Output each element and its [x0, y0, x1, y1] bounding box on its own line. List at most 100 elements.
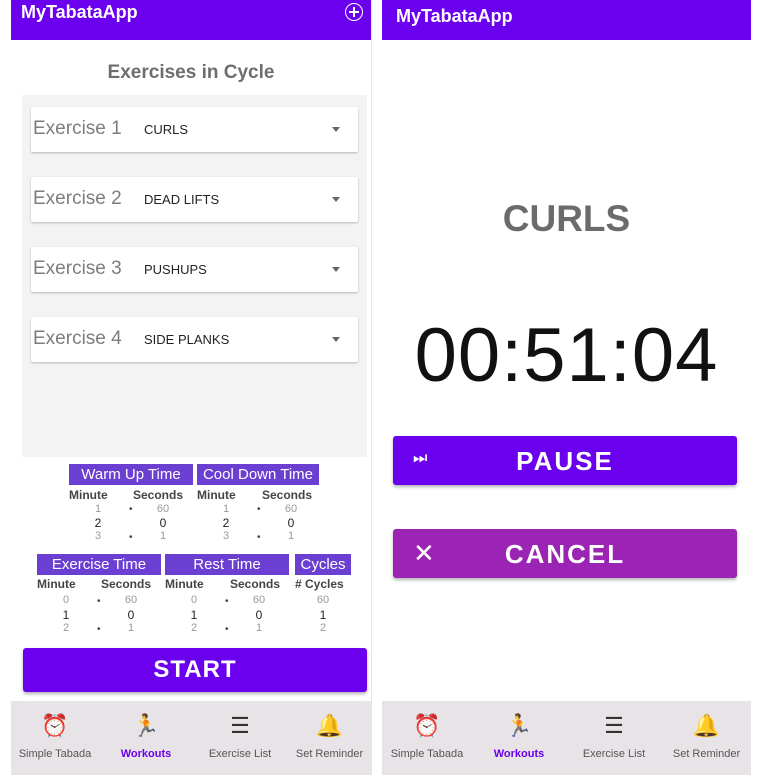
picker-prev-value: 60	[124, 594, 138, 606]
workout-screen: MyTabataApp CURLS 00:51:04 ⏭ PAUSE ✕ CAN…	[382, 0, 751, 775]
nav-label: Workouts	[120, 748, 172, 760]
picker-next-value: 3	[94, 530, 102, 542]
dropdown-arrow-icon	[332, 127, 340, 132]
picker-separator: •	[129, 504, 133, 515]
picker-selected-value: 0	[255, 608, 263, 622]
picker-selected-value: 0	[159, 516, 167, 530]
start-button[interactable]: START	[23, 648, 367, 692]
picker-separator: •	[225, 624, 229, 635]
picker-separator: •	[257, 504, 261, 515]
nav-item-set-reminder[interactable]: 🔔 Set Reminder	[662, 701, 751, 775]
exercise-minute-label: Minute	[37, 577, 76, 591]
exercise-4-value: SIDE PLANKS	[144, 332, 230, 347]
running-person-icon: 🏃	[132, 713, 160, 738]
exercise-list-panel: Exercise 1 CURLS Exercise 2 DEAD LIFTS E…	[22, 95, 367, 457]
picker-prev-value: 60	[156, 503, 170, 515]
bell-icon: 🔔	[692, 713, 721, 738]
picker-prev-value: 0	[62, 594, 70, 606]
rest-seconds-label: Seconds	[230, 577, 281, 591]
nav-item-simple-tabada[interactable]: ⏰ Simple Tabada	[382, 701, 472, 775]
picker-selected-value: 2	[94, 516, 102, 530]
bottom-nav: ⏰ Simple Tabada 🏃 Workouts ☰ Exercise Li…	[11, 701, 371, 775]
nav-label: Exercise List	[582, 748, 646, 760]
app-title: MyTabataApp	[396, 6, 513, 26]
nav-label: Simple Tabada	[390, 748, 464, 760]
picker-next-value: 1	[287, 530, 295, 542]
running-person-icon: 🏃	[505, 713, 533, 738]
nav-label: Workouts	[493, 748, 545, 760]
picker-prev-value: 1	[222, 503, 230, 515]
countdown-timer: 00:51:04	[414, 313, 719, 398]
setup-screen: MyTabataApp Exercises in Cycle Exercise …	[11, 0, 372, 775]
cycles-header: Cycles	[295, 554, 351, 575]
picker-next-value: 1	[159, 530, 167, 542]
warmup-seconds-label: Seconds	[133, 488, 184, 502]
exercise-4-select[interactable]: Exercise 4 SIDE PLANKS	[31, 317, 358, 362]
cancel-button[interactable]: ✕ CANCEL	[393, 529, 737, 578]
picker-prev-value: 0	[190, 594, 198, 606]
list-icon: ☰	[604, 713, 624, 738]
warmup-time-header: Warm Up Time	[69, 464, 193, 485]
picker-selected-value: 1	[319, 608, 327, 622]
exercise-time-header: Exercise Time	[37, 554, 161, 575]
picker-selected-value: 1	[190, 608, 198, 622]
exercise-3-label: Exercise 3	[33, 258, 122, 279]
picker-selected-value: 0	[127, 608, 135, 622]
cooldown-seconds-label: Seconds	[262, 488, 313, 502]
rest-time-header: Rest Time	[165, 554, 289, 575]
app-bar: MyTabataApp	[382, 0, 751, 40]
nav-item-simple-tabada[interactable]: ⏰ Simple Tabada	[11, 701, 99, 775]
nav-item-workouts[interactable]: 🏃 Workouts	[101, 701, 191, 775]
dropdown-arrow-icon	[332, 337, 340, 342]
exercise-2-select[interactable]: Exercise 2 DEAD LIFTS	[31, 177, 358, 222]
exercise-3-select[interactable]: Exercise 3 PUSHUPS	[31, 247, 358, 292]
exercise-2-label: Exercise 2	[33, 188, 122, 209]
nav-label: Set Reminder	[672, 748, 741, 760]
bell-icon: 🔔	[315, 713, 344, 738]
picker-prev-value: 60	[316, 594, 330, 606]
nav-item-exercise-list[interactable]: ☰ Exercise List	[193, 701, 287, 775]
nav-label: Set Reminder	[295, 748, 364, 760]
dropdown-arrow-icon	[332, 197, 340, 202]
cooldown-minute-label: Minute	[197, 488, 236, 502]
nav-item-workouts[interactable]: 🏃 Workouts	[474, 701, 564, 775]
picker-separator: •	[97, 624, 101, 635]
picker-selected-value: 2	[222, 516, 230, 530]
picker-next-value: 3	[222, 530, 230, 542]
exercise-1-select[interactable]: Exercise 1 CURLS	[31, 107, 358, 152]
picker-separator: •	[129, 532, 133, 543]
exercise-1-value: CURLS	[144, 122, 189, 137]
bottom-nav: ⏰ Simple Tabada 🏃 Workouts ☰ Exercise Li…	[382, 701, 751, 775]
picker-prev-value: 60	[252, 594, 266, 606]
alarm-clock-icon: ⏰	[413, 713, 441, 738]
dropdown-arrow-icon	[332, 267, 340, 272]
rest-minute-label: Minute	[165, 577, 204, 591]
exercise-2-value: DEAD LIFTS	[144, 192, 220, 207]
current-exercise-name: CURLS	[502, 198, 631, 239]
picker-prev-value: 1	[94, 503, 102, 515]
picker-next-value: 1	[255, 622, 263, 634]
warmup-minute-label: Minute	[69, 488, 108, 502]
picker-selected-value: 1	[62, 608, 70, 622]
picker-selected-value: 0	[287, 516, 295, 530]
exercise-1-label: Exercise 1	[33, 118, 122, 139]
pause-button[interactable]: ⏭ PAUSE	[393, 436, 737, 485]
picker-separator: •	[257, 532, 261, 543]
alarm-clock-icon: ⏰	[41, 713, 69, 738]
nav-item-exercise-list[interactable]: ☰ Exercise List	[566, 701, 662, 775]
nav-label: Simple Tabada	[18, 748, 92, 760]
picker-next-value: 1	[127, 622, 135, 634]
picker-separator: •	[225, 596, 229, 607]
cancel-label: CANCEL	[504, 539, 626, 569]
cycles-count-label: # Cycles	[295, 577, 344, 591]
exercise-seconds-label: Seconds	[101, 577, 152, 591]
nav-label: Exercise List	[208, 748, 272, 760]
nav-item-set-reminder[interactable]: 🔔 Set Reminder	[287, 701, 371, 775]
section-title: Exercises in Cycle	[107, 62, 275, 83]
add-circle-icon[interactable]	[345, 3, 363, 21]
cooldown-time-header: Cool Down Time	[197, 464, 319, 485]
app-title: MyTabataApp	[21, 2, 138, 22]
picker-separator: •	[97, 596, 101, 607]
exercise-3-value: PUSHUPS	[144, 262, 207, 277]
pause-label: PAUSE	[516, 446, 614, 476]
